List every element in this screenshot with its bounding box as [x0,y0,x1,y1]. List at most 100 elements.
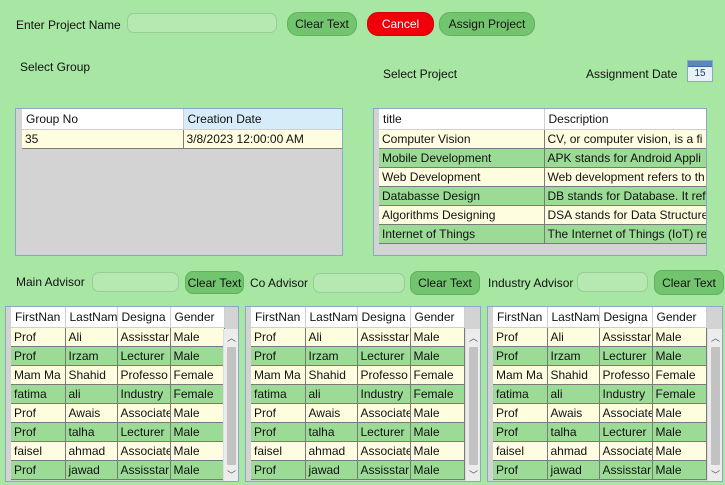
table-row[interactable]: fatima ali Industry Female [251,384,465,404]
designation-header[interactable]: Designa [117,307,171,328]
table-row[interactable]: Mam Ma Shahid Professo Female [251,365,465,385]
first-name-cell: Prof [251,460,306,480]
table-row[interactable]: Prof Ali Assisstar Male [251,327,465,347]
gender-cell: Female [410,365,465,385]
clear-co-advisor-button[interactable]: Clear Text [410,271,480,295]
designation-cell: Lecturer [357,422,411,442]
scroll-thumb[interactable] [469,347,478,465]
first-name-header[interactable]: FirstNan [11,307,66,328]
table-row[interactable]: Web Development Web development refers to… [379,167,706,187]
co-advisor-scrollbar[interactable]: ︿ ﹀ [465,329,480,481]
designation-header[interactable]: Designa [357,307,411,328]
table-row[interactable]: Databasse Design DB stands for Database. … [379,186,706,206]
table-row[interactable]: Prof Awais Associate Male [493,403,707,423]
table-row[interactable]: Prof jawad Assisstar Male [251,460,465,480]
main-advisor-scrollbar[interactable]: ︿ ﹀ [223,329,238,481]
table-row[interactable]: Prof Irzam Lecturer Male [11,346,225,366]
group-grid[interactable]: Group No Creation Date 35 3/8/2023 12:00… [15,108,343,256]
table-row[interactable]: Internet of Things The Internet of Things… [379,224,706,244]
clear-industry-advisor-button[interactable]: Clear Text [654,270,724,295]
first-name-cell: Prof [251,422,306,442]
table-row[interactable]: Prof Ali Assisstar Male [493,327,707,347]
designation-cell: Assisstar [599,460,653,480]
designation-cell: Industry [357,384,411,404]
last-name-cell: ali [305,384,358,404]
industry-advisor-grid[interactable]: FirstNan LastNam Designa Gender Prof Ali A… [487,306,723,482]
table-row[interactable]: Prof talha Lecturer Male [251,422,465,442]
clear-main-advisor-button[interactable]: Clear Text [185,271,244,294]
creation-date-header[interactable]: Creation Date [183,109,342,130]
scroll-up-icon[interactable]: ︿ [466,331,480,345]
last-name-header[interactable]: LastNam [65,307,118,328]
main-advisor-input[interactable] [92,272,179,292]
co-advisor-label: Co Advisor [250,276,309,290]
first-name-header[interactable]: FirstNan [251,307,306,328]
first-name-cell: faisel [251,441,306,461]
co-advisor-input[interactable] [313,273,405,293]
scroll-thumb[interactable] [711,347,720,465]
table-row[interactable]: faisel ahmad Associate Male [11,441,225,461]
last-name-header[interactable]: LastNam [305,307,358,328]
table-row[interactable]: Mam Ma Shahid Professo Female [493,365,707,385]
table-row[interactable]: Prof jawad Assisstar Male [493,460,707,480]
last-name-cell: talha [547,422,600,442]
gender-cell: Male [410,403,465,423]
main-advisor-grid[interactable]: FirstNan LastNam Designa Gender Prof Ali A… [5,306,239,482]
description-header[interactable]: Description [544,109,706,130]
calendar-icon[interactable]: 15 [687,60,713,82]
co-advisor-table: FirstNan LastNam Designa Gender Prof Ali A… [251,307,465,480]
table-row[interactable]: 35 3/8/2023 12:00:00 AM [22,129,342,149]
scroll-up-icon[interactable]: ︿ [224,331,238,345]
assign-project-button[interactable]: Assign Project [439,12,535,36]
project-name-input[interactable] [127,13,277,33]
cancel-button[interactable]: Cancel [367,12,434,36]
first-name-header[interactable]: FirstNan [493,307,548,328]
scroll-down-icon[interactable]: ﹀ [224,468,238,481]
last-name-cell: Awais [547,403,600,423]
table-row[interactable]: fatima ali Industry Female [493,384,707,404]
industry-advisor-scrollbar[interactable]: ︿ ﹀ [707,329,722,481]
project-title-cell: Internet of Things [379,224,545,244]
clear-project-name-button[interactable]: Clear Text [287,12,357,36]
first-name-cell: Mam Ma [493,365,548,385]
co-advisor-grid[interactable]: FirstNan LastNam Designa Gender Prof Ali A… [245,306,481,482]
project-grid[interactable]: title Description Computer Vision CV, or … [373,108,707,256]
industry-advisor-input[interactable] [577,272,648,292]
table-row[interactable]: Prof Awais Associate Male [11,403,225,423]
designation-header[interactable]: Designa [599,307,653,328]
scroll-up-icon[interactable]: ︿ [708,331,722,345]
table-row[interactable]: Mam Ma Shahid Professo Female [11,365,225,385]
scroll-thumb[interactable] [227,347,236,465]
table-row[interactable]: Algorithms Designing DSA stands for Data … [379,205,706,225]
table-row[interactable]: Computer Vision CV, or computer vision, i… [379,129,706,149]
project-title-cell: Mobile Development [379,148,545,168]
designation-cell: Assisstar [117,327,171,347]
table-row[interactable]: Prof Irzam Lecturer Male [493,346,707,366]
table-row[interactable]: fatima ali Industry Female [11,384,225,404]
table-row[interactable]: Prof Irzam Lecturer Male [251,346,465,366]
table-row[interactable]: Mobile Development APK stands for Android… [379,148,706,168]
calendar-day-text: 15 [694,68,706,79]
table-row[interactable]: Prof Awais Associate Male [251,403,465,423]
designation-cell: Industry [599,384,653,404]
gender-header[interactable]: Gender [652,307,707,328]
project-title-cell: Databasse Design [379,186,545,206]
gender-cell: Male [410,422,465,442]
table-row[interactable]: Prof talha Lecturer Male [11,422,225,442]
table-row[interactable]: faisel ahmad Associate Male [251,441,465,461]
group-no-header[interactable]: Group No [22,109,184,130]
title-header[interactable]: title [379,109,545,130]
select-project-label: Select Project [383,67,458,81]
table-row[interactable]: faisel ahmad Associate Male [493,441,707,461]
table-row[interactable]: Prof Ali Assisstar Male [11,327,225,347]
last-name-header[interactable]: LastNam [547,307,600,328]
group-table: Group No Creation Date 35 3/8/2023 12:00… [22,109,342,149]
table-row[interactable]: Prof talha Lecturer Male [493,422,707,442]
gender-header[interactable]: Gender [170,307,225,328]
designation-cell: Associate [117,403,171,423]
project-title-cell: Web Development [379,167,545,187]
scroll-down-icon[interactable]: ﹀ [708,468,722,481]
table-row[interactable]: Prof jawad Assisstar Male [11,460,225,480]
scroll-down-icon[interactable]: ﹀ [466,468,480,481]
gender-header[interactable]: Gender [410,307,465,328]
